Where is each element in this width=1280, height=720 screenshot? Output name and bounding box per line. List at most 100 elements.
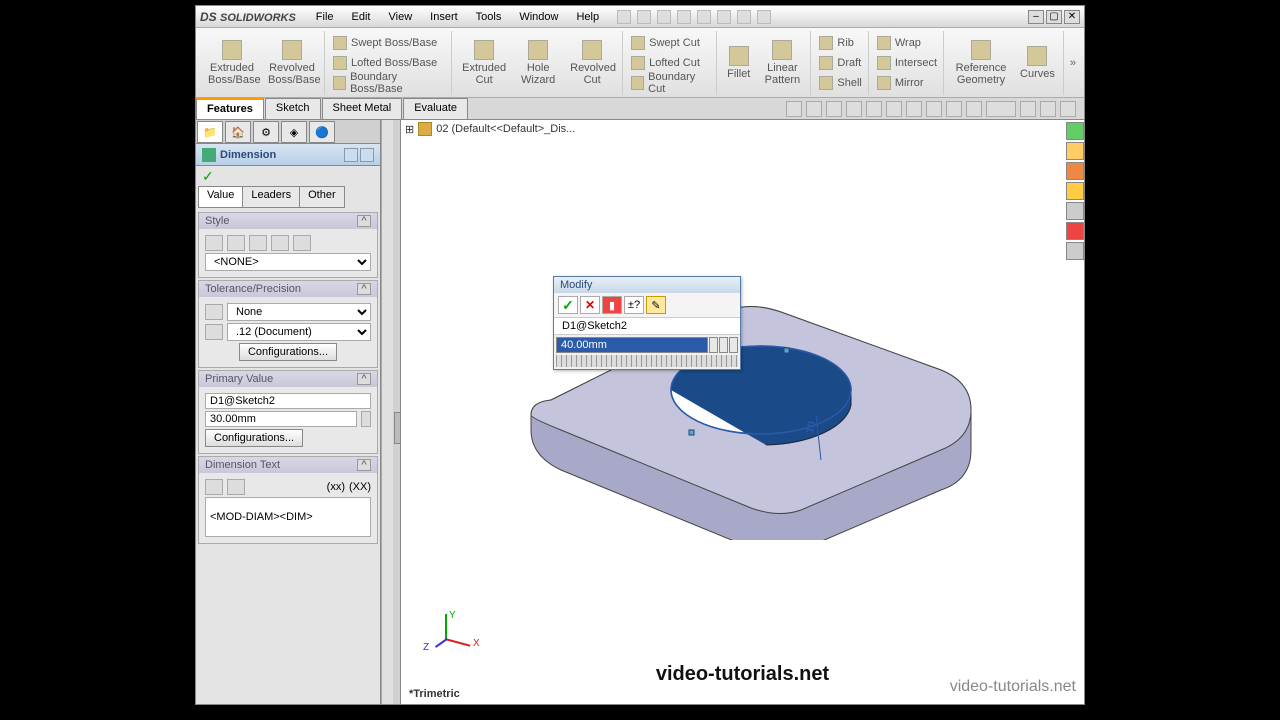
apply-scene-icon[interactable]	[946, 101, 962, 117]
tree-expand-icon[interactable]: ⊞	[405, 123, 414, 136]
view-palette-tab-icon[interactable]	[1066, 182, 1084, 200]
tab-features[interactable]: Features	[196, 98, 264, 119]
extruded-cut-button[interactable]: Extruded Cut	[456, 38, 512, 88]
panel-help-icon[interactable]	[360, 148, 374, 162]
revolved-cut-button[interactable]: Revolved Cut	[564, 38, 620, 88]
lofted-boss-button[interactable]: Lofted Boss/Base	[329, 53, 449, 73]
menu-help[interactable]: Help	[568, 9, 607, 25]
doc-max-icon[interactable]	[1040, 101, 1056, 117]
doc-min-icon[interactable]	[1020, 101, 1036, 117]
tab-evaluate[interactable]: Evaluate	[403, 98, 468, 119]
ok-icon[interactable]: ✓	[202, 168, 214, 184]
edit-appearance-icon[interactable]	[926, 101, 942, 117]
feature-tree-tab-icon[interactable]: 📁	[197, 121, 223, 143]
spinner-icon[interactable]	[361, 411, 371, 427]
style-btn2-icon[interactable]	[227, 235, 245, 251]
rib-button[interactable]: Rib	[815, 33, 865, 53]
appearances-tab-icon[interactable]	[1066, 202, 1084, 220]
menu-window[interactable]: Window	[511, 9, 566, 25]
design-library-tab-icon[interactable]	[1066, 142, 1084, 160]
lofted-cut-button[interactable]: Lofted Cut	[627, 53, 714, 73]
section-view-icon[interactable]	[846, 101, 862, 117]
splitter[interactable]	[393, 120, 401, 704]
zoom-fit-icon[interactable]	[786, 101, 802, 117]
tolerance-type-select[interactable]: None	[227, 303, 371, 321]
dimtext-input[interactable]	[205, 497, 371, 537]
tab-sheet-metal[interactable]: Sheet Metal	[322, 98, 403, 119]
primary-value-input[interactable]	[205, 411, 357, 427]
modify-cancel-button[interactable]: ✕	[580, 296, 600, 314]
hide-show-icon[interactable]	[906, 101, 922, 117]
config-tab-icon[interactable]: ⚙	[253, 121, 279, 143]
style-btn1-icon[interactable]	[205, 235, 223, 251]
display-tab-icon[interactable]: 🔵	[309, 121, 335, 143]
menu-tools[interactable]: Tools	[468, 9, 510, 25]
panel-pin-icon[interactable]	[344, 148, 358, 162]
hole-wizard-button[interactable]: Hole Wizard	[512, 38, 564, 88]
swept-cut-button[interactable]: Swept Cut	[627, 33, 714, 53]
zoom-area-icon[interactable]	[806, 101, 822, 117]
view-settings-icon[interactable]	[966, 101, 982, 117]
draft-button[interactable]: Draft	[815, 53, 865, 73]
mirror-button[interactable]: Mirror	[873, 73, 941, 93]
dimtext-xx2[interactable]: (XX)	[349, 481, 371, 493]
swept-boss-button[interactable]: Swept Boss/Base	[329, 33, 449, 53]
undo-icon[interactable]	[717, 10, 731, 24]
shell-button[interactable]: Shell	[815, 73, 865, 93]
collapse-icon[interactable]: ^	[357, 373, 371, 385]
property-tab-icon[interactable]: 🏠	[225, 121, 251, 143]
tolerance-config-button[interactable]: Configurations...	[239, 343, 337, 361]
wrap-button[interactable]: Wrap	[873, 33, 941, 53]
options-icon[interactable]	[757, 10, 771, 24]
style-btn4-icon[interactable]	[271, 235, 289, 251]
ribbon-expand-icon[interactable]: »	[1066, 53, 1080, 73]
modify-reverse-icon[interactable]: ±?	[624, 296, 644, 314]
subtab-value[interactable]: Value	[198, 186, 243, 208]
boundary-boss-button[interactable]: Boundary Boss/Base	[329, 73, 449, 93]
save-icon[interactable]	[677, 10, 691, 24]
precision-select[interactable]: .12 (Document)	[227, 323, 371, 341]
breadcrumb[interactable]: ⊞ 02 (Default<<Default>_Dis...	[405, 122, 575, 136]
minimize-button[interactable]: –	[1028, 10, 1044, 24]
new-icon[interactable]	[637, 10, 651, 24]
tab-sketch[interactable]: Sketch	[265, 98, 321, 119]
collapse-icon[interactable]: ^	[357, 215, 371, 227]
custom-props-tab-icon[interactable]	[1066, 222, 1084, 240]
dimtext-xx1[interactable]: (xx)	[327, 481, 345, 493]
subtab-other[interactable]: Other	[299, 186, 345, 208]
close-button[interactable]: ✕	[1064, 10, 1080, 24]
boundary-cut-button[interactable]: Boundary Cut	[627, 73, 714, 93]
maximize-button[interactable]: ▢	[1046, 10, 1062, 24]
dimxpert-tab-icon[interactable]: ◈	[281, 121, 307, 143]
resources-tab-icon[interactable]	[1066, 122, 1084, 140]
panel-scrollbar[interactable]	[381, 120, 393, 704]
modify-spinner-icon[interactable]	[729, 337, 738, 353]
view-orientation-icon[interactable]	[866, 101, 882, 117]
fillet-button[interactable]: Fillet	[721, 44, 756, 82]
modify-dropdown-icon[interactable]	[719, 337, 728, 353]
modify-units-icon[interactable]	[709, 337, 718, 353]
modify-thumbwheel-icon[interactable]: ✎	[646, 296, 666, 314]
extruded-boss-button[interactable]: Extruded Boss/Base	[202, 38, 262, 88]
modify-rebuild-icon[interactable]: ▮	[602, 296, 622, 314]
menu-edit[interactable]: Edit	[344, 9, 379, 25]
open-icon[interactable]	[657, 10, 671, 24]
revolved-boss-button[interactable]: Revolved Boss/Base	[262, 38, 322, 88]
search-icon[interactable]	[617, 10, 631, 24]
collapse-icon[interactable]: ^	[357, 459, 371, 471]
file-explorer-tab-icon[interactable]	[1066, 162, 1084, 180]
menu-view[interactable]: View	[381, 9, 421, 25]
viewport[interactable]: ⊞ 02 (Default<<Default>_Dis... 10 Modify…	[401, 120, 1084, 704]
style-btn5-icon[interactable]	[293, 235, 311, 251]
collapse-icon[interactable]: ^	[357, 283, 371, 295]
display-style-icon[interactable]	[886, 101, 902, 117]
curves-button[interactable]: Curves	[1014, 44, 1061, 82]
style-btn3-icon[interactable]	[249, 235, 267, 251]
menu-file[interactable]: File	[308, 9, 342, 25]
subtab-leaders[interactable]: Leaders	[242, 186, 300, 208]
previous-view-icon[interactable]	[826, 101, 842, 117]
modify-thumbwheel[interactable]	[556, 355, 738, 367]
dimtext-center-icon[interactable]	[227, 479, 245, 495]
primary-config-button[interactable]: Configurations...	[205, 429, 303, 447]
print-icon[interactable]	[697, 10, 711, 24]
